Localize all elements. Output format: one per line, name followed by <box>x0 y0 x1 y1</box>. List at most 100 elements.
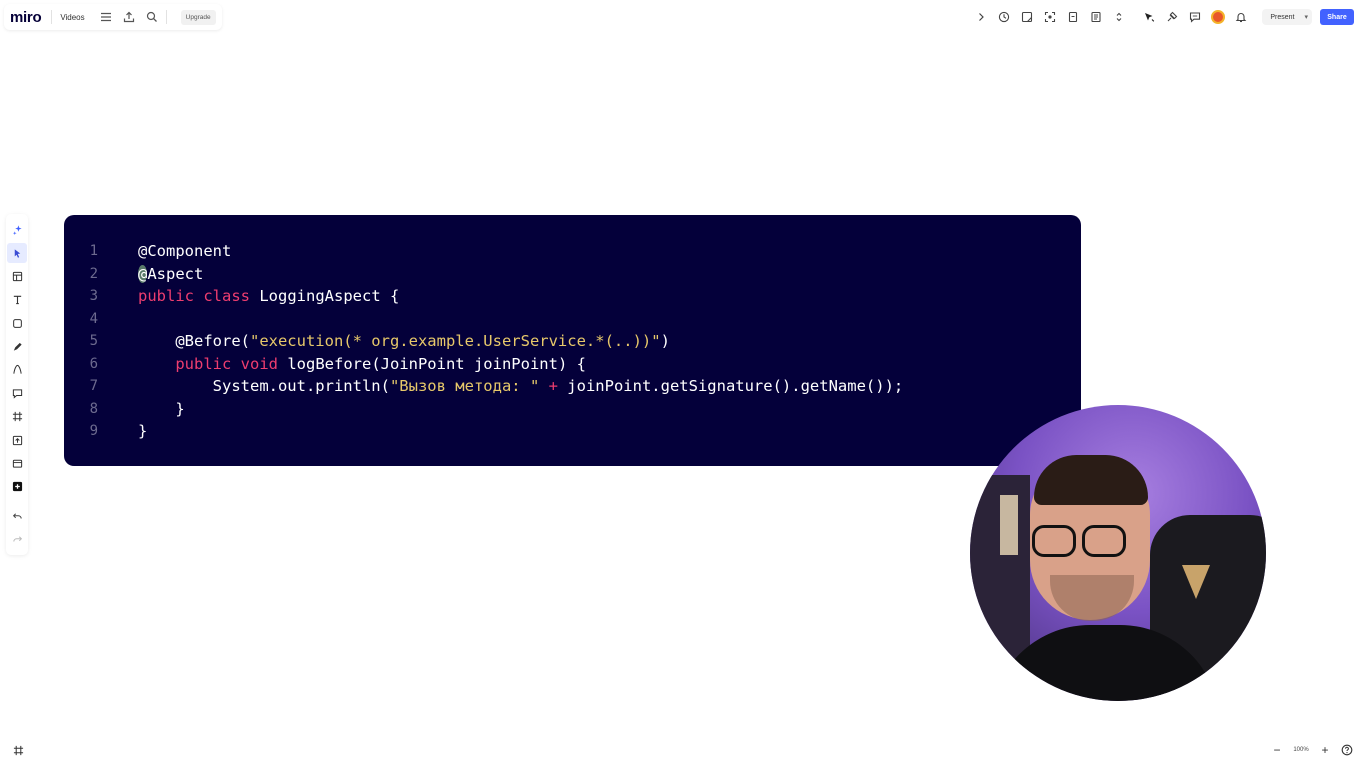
chevron-down-icon[interactable]: ▾ <box>1304 13 1308 21</box>
timer-icon[interactable] <box>993 6 1015 28</box>
collaboration-toolbar: Present ▾ Share <box>965 4 1358 30</box>
presenter-hair <box>1034 455 1148 505</box>
comment-icon[interactable] <box>7 383 27 403</box>
frames-icon[interactable] <box>8 740 28 760</box>
code-text: @Component <box>138 242 231 260</box>
line-number: 8 <box>89 400 98 417</box>
shape-icon[interactable] <box>7 313 27 333</box>
code-token: ) <box>660 332 670 351</box>
code-string: "execution(* org.example.UserService.*(.… <box>249 332 661 351</box>
code-line: 4 <box>64 308 1081 331</box>
text-icon[interactable] <box>7 290 27 310</box>
webcam-overlay <box>970 405 1266 701</box>
code-text: } <box>138 399 185 418</box>
sticky-icon[interactable] <box>1016 6 1038 28</box>
code-line: 6 public void logBefore(JoinPoint joinPo… <box>64 353 1081 376</box>
code-token: joinPoint.getSignature().getName()); <box>557 377 904 396</box>
redo-icon[interactable] <box>7 530 27 550</box>
code-keyword: class <box>203 287 251 306</box>
select-icon[interactable] <box>7 243 27 264</box>
reactions-icon[interactable] <box>1161 6 1183 28</box>
focus-icon[interactable] <box>1039 6 1061 28</box>
presenter-beard <box>1050 575 1134 621</box>
glasses-left <box>1032 525 1076 557</box>
code-keyword: void <box>240 354 278 373</box>
code-line: 9} <box>64 420 1081 443</box>
code-token: } <box>138 399 185 418</box>
code-line: 8 } <box>64 398 1081 421</box>
line-number: 5 <box>89 333 98 350</box>
present-label: Present <box>1270 13 1295 21</box>
help-icon[interactable] <box>1336 739 1358 761</box>
code-text: @Aspect <box>138 264 204 283</box>
code-token: LoggingAspect { <box>250 287 400 306</box>
code-string: "Вызов метода: " <box>389 377 540 396</box>
share-button[interactable]: Share <box>1320 9 1354 25</box>
document-icon[interactable] <box>1062 6 1084 28</box>
card-icon[interactable] <box>7 453 27 473</box>
more-icon[interactable] <box>1108 6 1130 28</box>
board-header: miro Videos Upgrade <box>4 4 222 30</box>
upgrade-button[interactable]: Upgrade <box>180 9 216 25</box>
zoom-controls: − 100% + <box>1266 738 1358 762</box>
creation-toolbar <box>6 214 28 556</box>
code-line: 1 @Component <box>64 240 1081 263</box>
pen-icon[interactable] <box>7 337 27 357</box>
code-text: } <box>138 422 147 440</box>
board-name[interactable]: Videos <box>60 13 84 22</box>
code-line: 7 System.out.println("Вызов метода: " + … <box>64 375 1081 398</box>
code-text: public void logBefore(JoinPoint joinPoin… <box>138 355 586 373</box>
code-token: } <box>138 422 148 441</box>
ai-sparkle-icon[interactable] <box>7 220 27 240</box>
templates-icon[interactable] <box>7 266 27 286</box>
code-line: 3 public class LoggingAspect { <box>64 285 1081 308</box>
line-number: 7 <box>89 378 98 395</box>
glasses-right <box>1082 525 1126 557</box>
line-number: 3 <box>89 288 98 305</box>
code-token: @Before( <box>138 332 250 351</box>
code-block[interactable]: 1 @Component 2 @Aspect 3 public class Logging… <box>64 215 1081 466</box>
code-token: logBefore(JoinPoint joinPoint) { <box>278 354 586 373</box>
cursor-icon[interactable] <box>1138 6 1160 28</box>
code-token: @Component <box>138 242 232 261</box>
search-icon[interactable] <box>143 8 161 26</box>
upload-icon[interactable] <box>7 430 27 450</box>
line-number: 6 <box>89 355 98 372</box>
connection-icon[interactable] <box>7 360 27 380</box>
line-number: 4 <box>89 310 98 327</box>
comment-icon[interactable] <box>1184 6 1206 28</box>
zoom-level[interactable]: 100% <box>1288 747 1314 753</box>
undo-icon[interactable] <box>7 506 27 526</box>
zoom-in-button[interactable]: + <box>1314 739 1336 761</box>
notes-icon[interactable] <box>1085 6 1107 28</box>
miro-logo[interactable]: miro <box>10 9 42 26</box>
frame-icon[interactable] <box>7 407 27 427</box>
menu-icon[interactable] <box>97 8 115 26</box>
code-keyword: + <box>548 377 558 396</box>
zoom-out-button[interactable]: − <box>1266 739 1288 761</box>
bell-icon[interactable] <box>1230 6 1252 28</box>
code-text: @Before("execution(* org.example.UserSer… <box>138 332 670 350</box>
export-icon[interactable] <box>120 8 138 26</box>
code-keyword: public <box>138 287 194 306</box>
code-token: Aspect <box>147 264 204 283</box>
present-button[interactable]: Present ▾ <box>1262 9 1312 25</box>
chair-logo <box>1182 565 1210 599</box>
line-number: 2 <box>89 265 98 282</box>
line-number: 9 <box>89 423 98 440</box>
code-text: public class LoggingAspect { <box>138 287 399 305</box>
avatar[interactable] <box>1207 6 1229 28</box>
code-keyword: public <box>175 354 232 373</box>
code-token: System.out.println( <box>138 377 390 396</box>
text-cursor-highlight: @ <box>138 264 148 283</box>
divider <box>51 10 53 24</box>
code-text: System.out.println("Вызов метода: " + jo… <box>138 377 904 396</box>
books <box>1000 495 1018 555</box>
line-number: 1 <box>89 243 98 260</box>
code-line: 2 @Aspect <box>64 263 1081 286</box>
chevron-right-icon[interactable] <box>970 6 992 28</box>
user-avatar <box>1211 10 1226 24</box>
plus-icon[interactable] <box>7 477 27 497</box>
